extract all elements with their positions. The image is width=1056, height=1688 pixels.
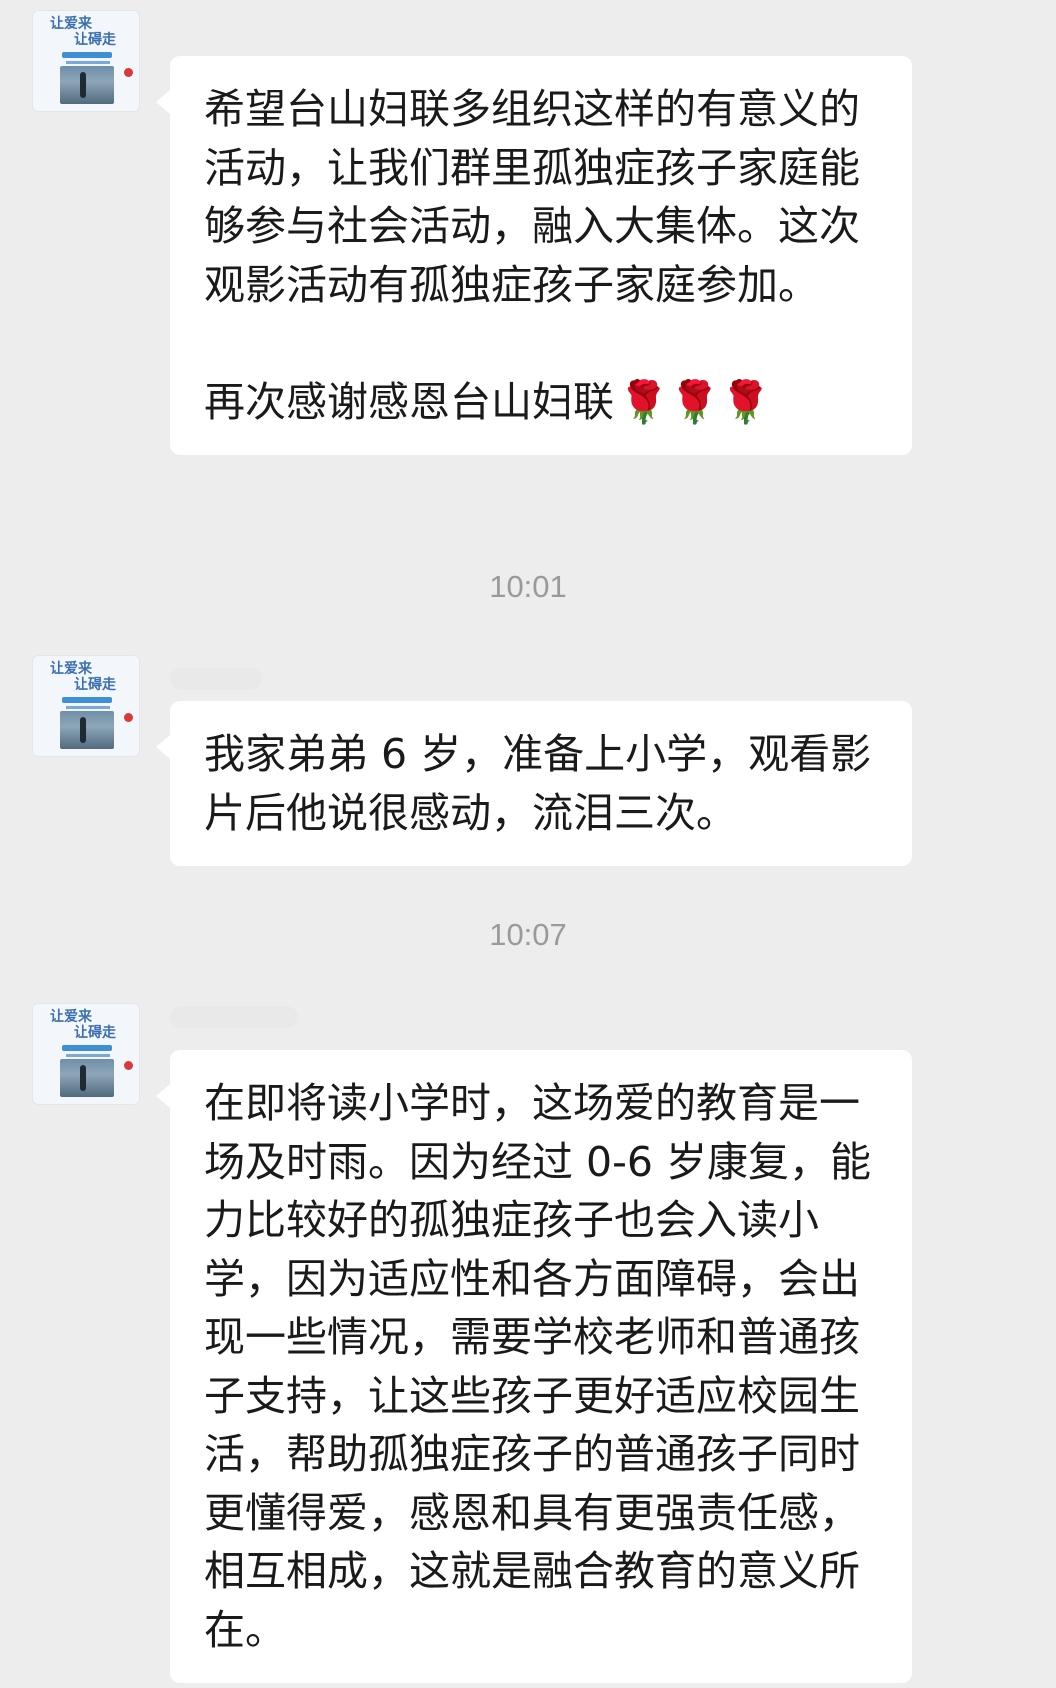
avatar-badge bbox=[124, 1061, 133, 1070]
avatar-photo bbox=[60, 1059, 114, 1097]
avatar-figure bbox=[80, 717, 86, 743]
message-text: 在即将读小学时，这场爱的教育是一场及时雨。因为经过 0-6 岁康复，能力比较好的… bbox=[204, 1079, 872, 1654]
avatar-badge bbox=[124, 713, 133, 722]
chat-area[interactable]: 让爱来 让碍走 希望台山妇联多组织这样的有意义的活动，让我们群里孤独症孩子家庭能… bbox=[0, 0, 1056, 1688]
avatar-badge bbox=[124, 68, 133, 77]
avatar-title: 让爱来 bbox=[50, 1009, 92, 1025]
timestamp: 10:01 bbox=[489, 569, 567, 604]
sender-avatar[interactable]: 让爱来 让碍走 bbox=[32, 1003, 140, 1105]
avatar-banner-sub bbox=[66, 1054, 110, 1057]
sender-avatar[interactable]: 让爱来 让碍走 bbox=[32, 10, 140, 112]
sender-avatar[interactable]: 让爱来 让碍走 bbox=[32, 655, 140, 757]
rose-emoji: 🌹🌹🌹 bbox=[618, 377, 772, 426]
avatar-banner bbox=[62, 697, 112, 703]
avatar-photo bbox=[60, 711, 114, 749]
sender-name-blurred bbox=[170, 668, 262, 690]
avatar-subtitle: 让碍走 bbox=[74, 677, 116, 693]
avatar-banner-sub bbox=[66, 706, 110, 709]
message-text: 希望台山妇联多组织这样的有意义的活动，让我们群里孤独症孩子家庭能够参与社会活动，… bbox=[204, 80, 882, 431]
avatar-figure bbox=[80, 72, 86, 98]
message-bubble[interactable]: 希望台山妇联多组织这样的有意义的活动，让我们群里孤独症孩子家庭能够参与社会活动，… bbox=[156, 56, 912, 455]
sender-name-blurred bbox=[170, 1006, 298, 1028]
message-text: 我家弟弟 6 岁，准备上小学，观看影片后他说很感动，流泪三次。 bbox=[204, 730, 872, 837]
message-bubble[interactable]: 我家弟弟 6 岁，准备上小学，观看影片后他说很感动，流泪三次。 bbox=[156, 701, 912, 866]
avatar-title: 让爱来 bbox=[50, 661, 92, 677]
avatar-subtitle: 让碍走 bbox=[74, 32, 116, 48]
avatar-banner bbox=[62, 52, 112, 58]
avatar-figure bbox=[80, 1065, 86, 1091]
timestamp: 10:07 bbox=[489, 917, 567, 952]
avatar-title: 让爱来 bbox=[50, 16, 92, 32]
avatar-banner-sub bbox=[66, 61, 110, 64]
avatar-subtitle: 让碍走 bbox=[74, 1025, 116, 1041]
message-bubble[interactable]: 在即将读小学时，这场爱的教育是一场及时雨。因为经过 0-6 岁康复，能力比较好的… bbox=[156, 1050, 912, 1683]
avatar-banner bbox=[62, 1045, 112, 1051]
avatar-photo bbox=[60, 66, 114, 104]
